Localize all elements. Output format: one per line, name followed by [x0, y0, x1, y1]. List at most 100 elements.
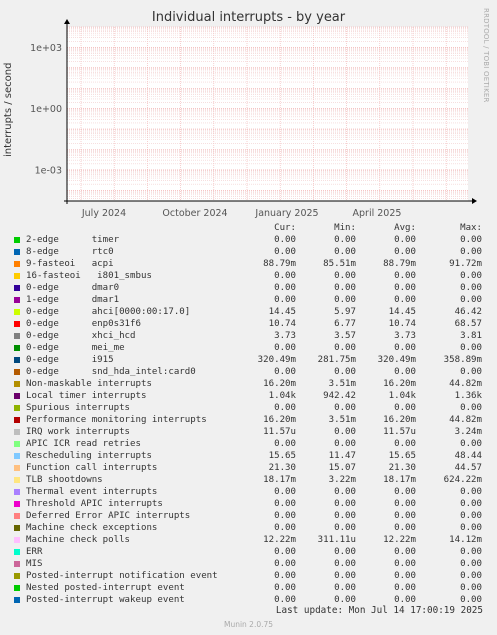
legend-value-avg: 0.00	[394, 499, 416, 509]
legend-value-min: 3.51m	[328, 415, 356, 425]
legend-value-min: 0.00	[334, 439, 356, 449]
legend-value-max: 0.00	[460, 487, 482, 497]
legend-row: 0-edge dmar0 0.00 0.00 0.00 0.00	[0, 282, 497, 294]
legend-series-name: 0-edge i915	[26, 355, 114, 365]
legend-value-min: 0.00	[334, 559, 356, 569]
legend-swatch	[14, 441, 20, 447]
legend-swatch	[14, 561, 20, 567]
legend-row: 16-fasteoi i801_smbus 0.00 0.00 0.00 0.00	[0, 270, 497, 282]
legend-value-cur: 88.79m	[263, 259, 296, 269]
legend-value-min: 15.07	[328, 463, 356, 473]
legend-value-avg: 0.00	[394, 271, 416, 281]
legend-value-max: 0.00	[460, 559, 482, 569]
legend-value-max: 68.57	[454, 319, 482, 329]
legend-value-cur: 0.00	[274, 499, 296, 509]
legend-value-avg: 0.00	[394, 487, 416, 497]
legend-row: 9-fasteoi acpi 88.79m 85.51m 88.79m 91.72m	[0, 258, 497, 270]
legend-value-max: 0.00	[460, 547, 482, 557]
legend-swatch	[14, 273, 20, 279]
plot-area	[67, 27, 468, 201]
legend-value-cur: 320.49m	[257, 355, 296, 365]
legend-value-max: 0.00	[460, 247, 482, 257]
legend-value-avg: 16.20m	[383, 379, 416, 389]
legend-swatch	[14, 297, 20, 303]
legend-row: Deferred Error APIC interrupts 0.00 0.00 0.…	[0, 510, 497, 522]
x-tick-label: October 2024	[162, 208, 227, 219]
legend-value-max: 0.00	[460, 499, 482, 509]
legend-value-min: 311.11u	[317, 535, 356, 545]
legend-swatch	[14, 357, 20, 363]
legend-value-max: 0.00	[460, 511, 482, 521]
legend-value-min: 0.00	[334, 367, 356, 377]
legend-value-avg: 21.30	[388, 463, 416, 473]
legend-series-name: Deferred Error APIC interrupts	[26, 511, 191, 521]
legend-value-min: 6.77	[334, 319, 356, 329]
legend-value-avg: 0.00	[394, 559, 416, 569]
legend-value-min: 11.47	[328, 451, 356, 461]
legend-value-max: 3.24m	[454, 427, 482, 437]
last-update: Last update: Mon Jul 14 17:00:19 2025	[275, 605, 483, 616]
legend-series-name: 0-edge ahci[0000:00:17.0]	[26, 307, 191, 317]
legend-row: Nested posted-interrupt event 0.00 0.00 0.0…	[0, 582, 497, 594]
legend-header: Cur: Min: Avg: Max:	[0, 222, 497, 234]
legend-value-max: 0.00	[460, 367, 482, 377]
legend-swatch	[14, 453, 20, 459]
legend-value-cur: 0.00	[274, 511, 296, 521]
legend-value-avg: 0.00	[394, 547, 416, 557]
legend-swatch	[14, 405, 20, 411]
legend-value-avg: 11.57u	[383, 427, 416, 437]
legend-value-min: 3.57	[334, 331, 356, 341]
legend-series-name: ERR	[26, 547, 43, 557]
legend-value-max: 48.44	[454, 451, 482, 461]
legend-value-avg: 0.00	[394, 511, 416, 521]
legend-value-avg: 0.00	[394, 571, 416, 581]
legend-series-name: Rescheduling interrupts	[26, 451, 152, 461]
legend-swatch	[14, 465, 20, 471]
legend-value-avg: 1.04k	[388, 391, 416, 401]
chart-plot: 1e+03 1e+00 1e-03 July 2024 October 2024 Jan…	[30, 19, 477, 219]
legend-value-max: 46.42	[454, 307, 482, 317]
legend-swatch	[14, 429, 20, 435]
legend-value-max: 14.12m	[449, 535, 482, 545]
legend-value-cur: 0.00	[274, 343, 296, 353]
legend-value-avg: 0.00	[394, 295, 416, 305]
legend-value-max: 91.72m	[449, 259, 482, 269]
legend-series-name: Performance monitoring interrupts	[26, 415, 207, 425]
legend-series-name: IRQ work interrupts	[26, 427, 131, 437]
legend-row: 8-edge rtc0 0.00 0.00 0.00 0.00	[0, 246, 497, 258]
legend-value-cur: 0.00	[274, 367, 296, 377]
legend-value-cur: 0.00	[274, 547, 296, 557]
legend-row: 0-edge snd_hda_intel:card0 0.00 0.00 0.00 0.…	[0, 366, 497, 378]
legend-value-avg: 3.73	[394, 331, 416, 341]
legend-series-name: Machine check exceptions	[26, 523, 158, 533]
legend-swatch	[14, 417, 20, 423]
legend-value-cur: 0.00	[274, 403, 296, 413]
legend-value-max: 0.00	[460, 295, 482, 305]
legend-swatch	[14, 381, 20, 387]
legend-value-avg: 320.49m	[377, 355, 416, 365]
legend-row: 0-edge xhci_hcd 3.73 3.57 3.73 3.81	[0, 330, 497, 342]
legend-swatch	[14, 237, 20, 243]
legend-row: MIS 0.00 0.00 0.00 0.00	[0, 558, 497, 570]
header-avg: Avg:	[394, 223, 416, 233]
legend-value-avg: 0.00	[394, 523, 416, 533]
legend-swatch	[14, 549, 20, 555]
legend-value-cur: 12.22m	[263, 535, 296, 545]
legend-row: 0-edge mei_me 0.00 0.00 0.00 0.00	[0, 342, 497, 354]
legend-value-min: 281.75m	[317, 355, 356, 365]
y-axis-arrow	[64, 19, 70, 24]
legend-value-avg: 16.20m	[383, 415, 416, 425]
legend-series-name: 0-edge xhci_hcd	[26, 331, 136, 341]
legend-value-max: 0.00	[460, 523, 482, 533]
legend-value-cur: 16.20m	[263, 379, 296, 389]
legend-row: APIC ICR read retries 0.00 0.00 0.00 0.00	[0, 438, 497, 450]
x-tick-label: January 2025	[254, 208, 318, 219]
legend-row: Local timer interrupts 1.04k 942.42 1.04k 1.…	[0, 390, 497, 402]
legend-value-min: 942.42	[323, 391, 356, 401]
x-axis-arrow	[472, 198, 477, 204]
legend-value-min: 0.00	[334, 427, 356, 437]
legend-value-max: 0.00	[460, 439, 482, 449]
legend-series-name: Local timer interrupts	[26, 391, 147, 401]
legend-value-min: 85.51m	[323, 259, 356, 269]
legend-series-name: 0-edge enp0s31f6	[26, 319, 141, 329]
